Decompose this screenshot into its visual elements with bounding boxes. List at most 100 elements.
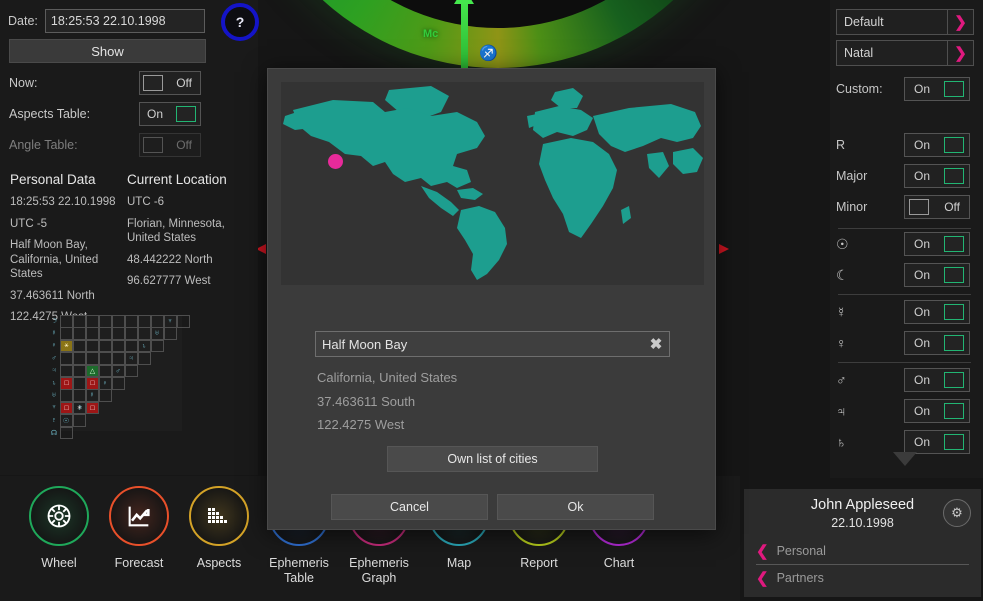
now-toggle[interactable]: Off <box>139 71 201 95</box>
aspect-grid-cell[interactable] <box>112 339 125 353</box>
date-input[interactable] <box>44 9 205 33</box>
personal-data-line: UTC -5 <box>10 217 48 230</box>
option-toggle-major[interactable]: On <box>904 164 970 188</box>
aspect-grid-cell[interactable] <box>99 339 112 353</box>
aspect-grid-cell[interactable] <box>60 327 73 340</box>
planet-toggle-venus[interactable]: On <box>904 331 970 355</box>
aspect-grid-cell[interactable] <box>73 315 86 328</box>
aspect-grid-cell[interactable] <box>112 352 125 365</box>
aspect-grid-cell[interactable]: □ <box>60 377 73 390</box>
aspect-grid-cell[interactable] <box>138 327 151 340</box>
chevron-left-icon: ❮ <box>756 543 769 560</box>
nav-item-label: Ephemeris Table <box>269 556 329 585</box>
aspect-grid-cell[interactable] <box>112 377 125 390</box>
planet-toggle-moon[interactable]: On <box>904 263 970 287</box>
cancel-button[interactable]: Cancel <box>331 494 488 520</box>
aspect-grid-cell[interactable] <box>164 327 177 340</box>
aspect-grid-cell[interactable] <box>60 352 73 365</box>
aspect-grid-col-glyph: ☉ <box>62 417 70 425</box>
aspect-grid-cell[interactable] <box>86 315 99 328</box>
aspect-grid-cell[interactable] <box>112 315 125 328</box>
preset-select-default-value: Default <box>844 15 884 29</box>
aspect-grid-cell[interactable] <box>60 364 73 378</box>
aspects-table-toggle-knob <box>176 106 196 122</box>
aspect-grid-cell[interactable] <box>99 389 112 402</box>
gear-icon[interactable]: ⚙ <box>943 499 971 527</box>
aspect-grid-cell[interactable] <box>60 389 73 402</box>
angle-table-toggle-knob <box>143 137 163 153</box>
profile-row-personal-label: Personal <box>776 544 826 558</box>
aspect-grid-col-glyph: ♃ <box>128 355 134 363</box>
option-toggle-r[interactable]: On <box>904 133 970 157</box>
aspects-table-toggle[interactable]: On <box>139 102 201 126</box>
nav-item-label: Ephemeris Graph <box>349 556 409 585</box>
aspects-grid[interactable]: ☽ ☿ ♆ ♀ ⚹ ♅ ♂ ♄ ♃ △ ♃ ♄ □ □ ♂ ♅ ♀ ♆ □ ✶ □ ☿ ♇ ☽ ☊ ☉ <box>51 315 190 440</box>
planet-toggle-jupiter[interactable]: On <box>904 399 970 423</box>
help-button[interactable]: ? <box>221 3 259 41</box>
app-root: Mc ♐ Date: ? Show Now: Off Aspects Table… <box>0 0 983 601</box>
aspect-grid-cell[interactable]: □ <box>60 401 73 415</box>
aspects-table-toggle-state: On <box>147 107 164 121</box>
city-search-input[interactable] <box>316 332 643 356</box>
aspect-grid-cell[interactable] <box>151 339 164 353</box>
ok-button[interactable]: Ok <box>497 494 654 520</box>
own-list-of-cities-button[interactable]: Own list of cities <box>387 446 598 472</box>
chevron-right-icon: ❯ <box>947 10 973 34</box>
aspect-grid-cell[interactable] <box>99 327 112 340</box>
angle-table-toggle[interactable]: Off <box>139 133 201 157</box>
profile-row-personal[interactable]: ❮ Personal <box>756 538 969 564</box>
aspect-grid-cell[interactable]: □ <box>86 401 99 415</box>
planet-toggle-sun[interactable]: On <box>904 232 970 256</box>
personal-data-line: Half Moon Bay, California, United States <box>10 239 99 280</box>
aspect-grid-cell[interactable] <box>125 364 138 378</box>
aspect-grid-col-glyph: ♅ <box>154 330 160 338</box>
aspect-grid-cell[interactable] <box>86 339 99 353</box>
planet-toggle-saturn[interactable]: On <box>904 430 970 454</box>
location-pin-icon <box>328 154 343 169</box>
sun-glyph-icon: ☉ <box>836 235 849 252</box>
aspect-grid-cell[interactable] <box>177 315 190 328</box>
aspect-grid-cell[interactable] <box>86 327 99 340</box>
planet-toggle-saturn-state: On <box>914 435 931 449</box>
aspect-grid-cell[interactable] <box>125 327 138 340</box>
aspect-grid-cell[interactable] <box>73 352 86 365</box>
option-toggle-minor[interactable]: Off <box>904 195 970 219</box>
planet-toggle-mars[interactable]: On <box>904 368 970 392</box>
aspect-grid-cell[interactable] <box>86 352 99 365</box>
aspect-grid-cell[interactable] <box>73 377 86 390</box>
close-icon[interactable]: ✖ <box>643 332 669 356</box>
planet-toggle-mercury[interactable]: On <box>904 300 970 324</box>
profile-row-partners[interactable]: ❮ Partners <box>756 564 969 590</box>
aspect-grid-cell[interactable] <box>138 315 151 328</box>
aspect-grid-cell[interactable] <box>73 364 86 378</box>
option-toggle-r-state: On <box>914 138 931 152</box>
planet-row-venus: ♀ On <box>836 331 977 355</box>
mars-glyph-icon: ♂ <box>836 372 847 388</box>
aspect-grid-cell[interactable]: □ <box>86 377 99 390</box>
aspect-grid-cell[interactable] <box>125 339 138 353</box>
aspect-grid-cell[interactable] <box>60 315 73 328</box>
aspect-grid-cell[interactable] <box>73 339 86 353</box>
aspect-grid-col-glyph <box>177 303 189 315</box>
world-map[interactable] <box>281 82 704 285</box>
nav-item-label: Wheel <box>41 556 77 570</box>
aspect-grid-cell[interactable] <box>99 364 112 378</box>
aspect-grid-cell[interactable] <box>112 327 125 340</box>
show-button[interactable]: Show <box>9 39 206 63</box>
aspect-grid-cell[interactable]: ⚹ <box>60 339 73 353</box>
aspect-grid-cell[interactable]: △ <box>86 364 99 378</box>
preset-select-natal[interactable]: Natal ❯ <box>836 40 974 66</box>
chevron-down-icon[interactable] <box>893 452 917 466</box>
aspect-grid-cell[interactable] <box>73 327 86 340</box>
aspect-grid-cell[interactable] <box>99 315 112 328</box>
aspect-grid-cell[interactable] <box>99 352 112 365</box>
preset-select-default[interactable]: Default ❯ <box>836 9 974 35</box>
aspect-grid-cell[interactable] <box>151 315 164 328</box>
aspect-grid-cell[interactable] <box>125 315 138 328</box>
profile-date: 22.10.1998 <box>831 516 894 530</box>
custom-toggle[interactable]: On <box>904 77 970 101</box>
aspect-grid-cell[interactable] <box>138 352 151 365</box>
aspect-grid-cell[interactable] <box>73 414 86 427</box>
aspect-grid-cell[interactable] <box>73 389 86 402</box>
aspect-grid-cell[interactable] <box>60 426 73 440</box>
